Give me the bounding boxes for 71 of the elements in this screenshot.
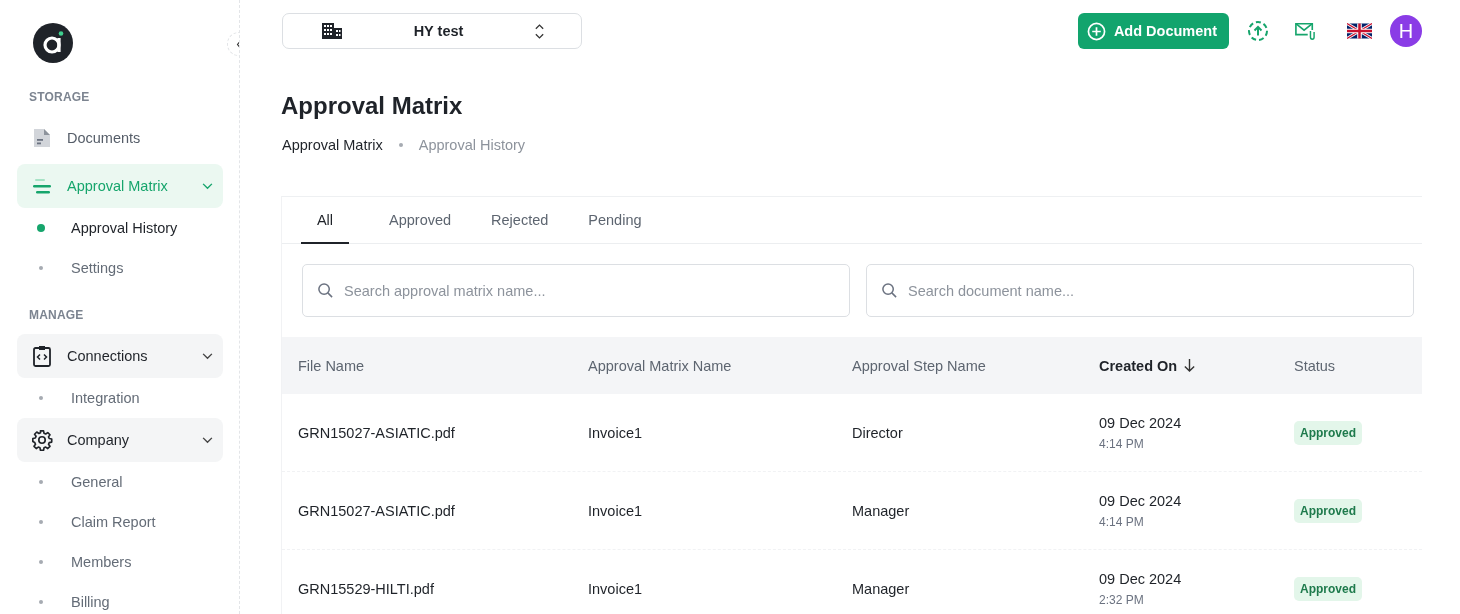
chevron-icon (202, 182, 213, 190)
step-name-cell-text: Manager (852, 502, 911, 519)
section-heading: MANAGE (29, 308, 85, 324)
nav-group[interactable]: Company (17, 418, 223, 462)
file-name-cell-text: GRN15529-HILTI.pdf (298, 580, 435, 597)
gear-icon (31, 429, 53, 451)
page-title: Approval Matrix (281, 91, 464, 121)
column-header: Approval Matrix Name (588, 357, 732, 374)
sub-nav-item[interactable]: Approval History (17, 208, 223, 248)
sub-nav-label: Settings (71, 260, 124, 276)
plus-circle-icon (1086, 21, 1106, 41)
sub-nav-label: General (71, 474, 123, 490)
workspace-selector[interactable]: HY test (282, 13, 582, 49)
filter-tab[interactable]: Pending (588, 197, 642, 244)
uk-flag-icon[interactable] (1347, 23, 1372, 39)
status-badge: Approved (1294, 576, 1362, 601)
search-field[interactable]: Search document name... (866, 264, 1414, 317)
logo-icon (33, 23, 73, 63)
column-header: File Name (298, 357, 365, 374)
sub-nav-label: Integration (71, 390, 140, 406)
nav-group[interactable]: Connections (17, 334, 223, 378)
building-icon (321, 22, 343, 40)
sub-nav-item[interactable]: Settings (17, 248, 223, 288)
nav-item[interactable]: Documents (17, 116, 223, 160)
date-text: 09 Dec 2024 (1099, 492, 1183, 509)
matrix-name-cell-text: Invoice1 (588, 580, 643, 597)
matrix-name-cell-text: Invoice1 (588, 424, 643, 441)
user-avatar[interactable]: H (1390, 15, 1422, 47)
date-text: 09 Dec 2024 (1099, 570, 1183, 587)
file-name-cell-text: GRN15027-ASIATIC.pdf (298, 502, 456, 519)
step-name-cell-text: Director (852, 424, 904, 441)
sub-nav-label: Claim Report (71, 514, 156, 530)
time-text: 4:14 PM (1099, 514, 1145, 529)
file-name-cell-text: GRN15027-ASIATIC.pdf (298, 424, 456, 441)
column-header[interactable]: Created On (1099, 357, 1178, 374)
column-header: Approval Step Name (852, 357, 986, 374)
search-field[interactable]: Search approval matrix name... (302, 264, 850, 317)
column-header: Status (1294, 357, 1336, 374)
filter-tab[interactable]: Approved (389, 197, 452, 244)
matrix-name-cell-text: Invoice1 (588, 502, 643, 519)
sub-nav-label: Members (71, 554, 132, 570)
sub-nav-item[interactable]: Billing (17, 582, 223, 614)
time-text: 4:14 PM (1099, 436, 1145, 451)
chevron-icon (202, 436, 213, 444)
up-down-chevron-icon (534, 22, 545, 40)
code-clipboard-icon (31, 345, 53, 367)
date-text: 09 Dec 2024 (1099, 414, 1183, 431)
sub-nav-label: Approval History (71, 220, 178, 236)
sub-nav-item[interactable]: Claim Report (17, 502, 223, 542)
down-arrow-icon (1183, 358, 1197, 373)
add-document-button[interactable]: Add Document (1077, 13, 1229, 49)
status-badge: Approved (1294, 420, 1362, 445)
mail-attachment-icon[interactable] (1294, 21, 1316, 41)
section-heading: STORAGE (29, 90, 91, 106)
upload-icon[interactable] (1247, 20, 1269, 42)
status-badge: Approved (1294, 498, 1362, 523)
search-icon (317, 282, 334, 299)
filter-tab[interactable]: Rejected (491, 197, 549, 244)
separator-dot-icon (398, 143, 403, 147)
step-name-cell-text: Manager (852, 580, 911, 597)
chevron-icon (202, 352, 213, 360)
sub-nav-item[interactable]: Integration (17, 378, 223, 418)
document-icon (31, 127, 53, 149)
sub-nav-item[interactable]: General (17, 462, 223, 502)
time-text: 2:32 PM (1099, 592, 1145, 607)
search-icon (881, 282, 898, 299)
sub-nav-item[interactable]: Members (17, 542, 223, 582)
filter-tab[interactable]: All (301, 197, 349, 244)
sub-nav-label: Billing (71, 594, 110, 610)
lines-icon (31, 178, 53, 194)
breadcrumb-link[interactable]: Approval Matrix (282, 137, 383, 153)
